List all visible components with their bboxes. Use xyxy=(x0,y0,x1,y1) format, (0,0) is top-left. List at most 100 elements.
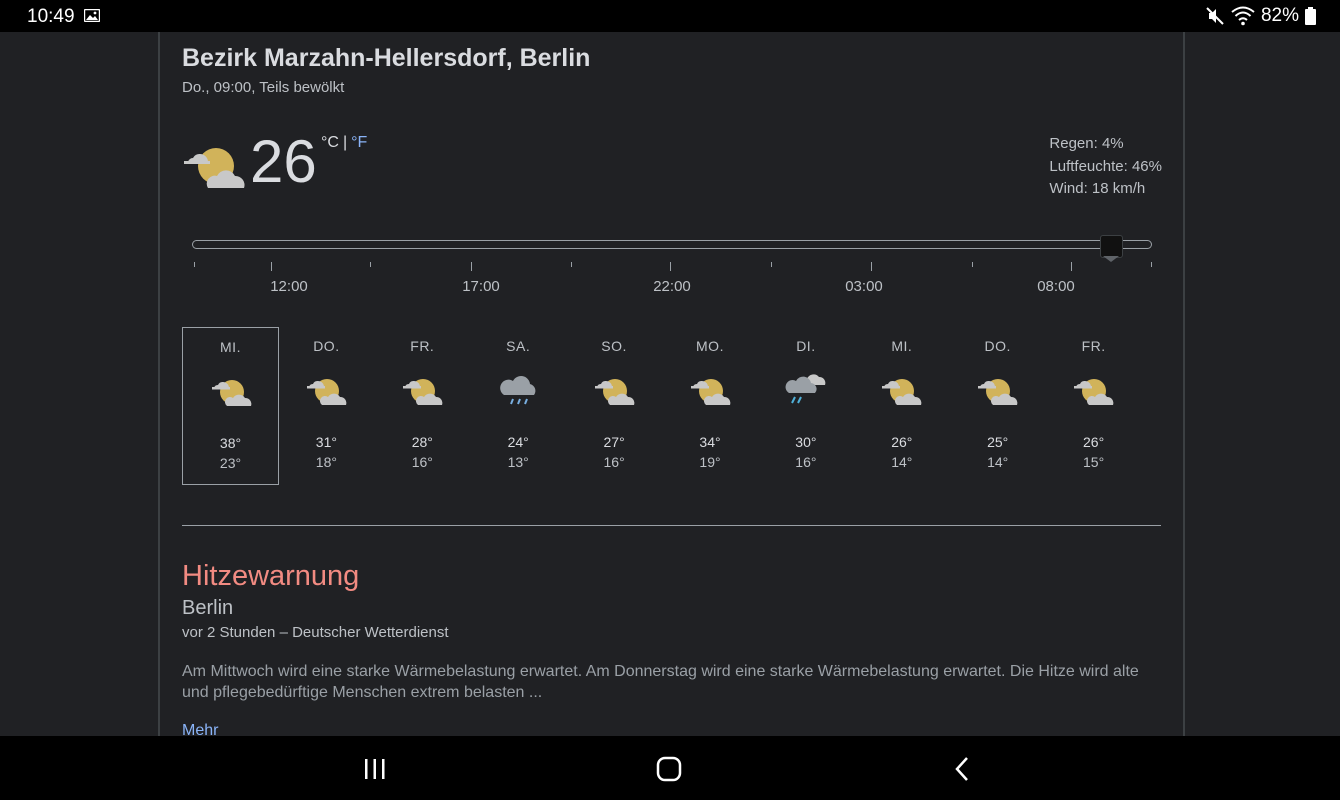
time-label: 12:00 xyxy=(270,278,308,295)
home-icon[interactable] xyxy=(654,754,684,784)
time-label: 03:00 xyxy=(845,278,883,295)
day-name: DO. xyxy=(313,338,340,354)
day-forecast[interactable]: DO. 31° 18° xyxy=(278,327,375,485)
battery-percent: 82% xyxy=(1260,5,1299,26)
warning-text: Am Mittwoch wird eine starke Wärmebelast… xyxy=(182,663,1139,701)
timeline-tick xyxy=(271,262,272,271)
day-forecast[interactable]: MI. 26° 14° xyxy=(853,327,950,485)
weather-details: Regen: 4% Luftfeuchte: 46% Wind: 18 km/h xyxy=(1049,133,1162,201)
day-name: FR. xyxy=(1081,338,1106,354)
unit-switch: °C | °F xyxy=(321,134,367,152)
day-high: 25° xyxy=(987,434,1009,450)
day-high: 26° xyxy=(891,434,913,450)
day-forecast[interactable]: MI. 38° 23° xyxy=(182,327,279,485)
divider xyxy=(182,525,1161,526)
timeline-tick xyxy=(370,262,371,267)
day-low: 16° xyxy=(795,454,817,470)
warning-title: Hitzewarnung xyxy=(182,560,360,592)
day-low: 14° xyxy=(987,454,1009,470)
day-name: MI. xyxy=(891,338,913,354)
status-time: 10:49 xyxy=(27,6,75,27)
day-name: DO. xyxy=(984,338,1011,354)
day-forecast[interactable]: MO. 34° 19° xyxy=(662,327,759,485)
day-name: FR. xyxy=(410,338,435,354)
rain-icon xyxy=(498,371,540,409)
current-condition: Do., 09:00, Teils bewölkt xyxy=(182,79,345,96)
day-low: 19° xyxy=(699,454,721,470)
day-high: 24° xyxy=(507,434,529,450)
status-bar: 10:49 82% xyxy=(0,0,1340,32)
time-label: 22:00 xyxy=(653,278,691,295)
day-low: 23° xyxy=(219,455,242,471)
day-low: 13° xyxy=(507,454,529,470)
time-slider-track[interactable] xyxy=(192,240,1152,249)
partly-cloudy-icon xyxy=(1073,371,1115,409)
partly-cloudy-icon xyxy=(402,371,444,409)
status-icons: 82% xyxy=(1205,5,1316,27)
day-name: MO. xyxy=(696,338,724,354)
day-high: 31° xyxy=(315,434,337,450)
wifi-icon xyxy=(1231,6,1255,26)
current-temperature: 26 xyxy=(250,128,317,195)
partly-cloudy-icon xyxy=(977,371,1019,409)
partly-cloudy-icon xyxy=(306,371,348,409)
day-name: DI. xyxy=(796,338,816,354)
unit-celsius[interactable]: °C xyxy=(321,134,339,151)
mute-icon xyxy=(1206,7,1224,25)
timeline-tick xyxy=(771,262,772,267)
more-link[interactable]: Mehr xyxy=(182,722,218,736)
partly-cloudy-icon xyxy=(184,148,245,188)
image-notification-icon xyxy=(84,9,100,22)
day-forecast[interactable]: SO. 27° 16° xyxy=(566,327,663,485)
day-high: 34° xyxy=(699,434,721,450)
wind-speed: Wind: 18 km/h xyxy=(1049,180,1146,197)
partly-cloudy-icon xyxy=(211,372,253,410)
day-low: 15° xyxy=(1083,454,1105,470)
day-low: 16° xyxy=(603,454,625,470)
day-high: 38° xyxy=(219,435,242,451)
back-icon[interactable] xyxy=(948,754,978,784)
warning-source: vor 2 Stunden – Deutscher Wetterdienst xyxy=(182,624,449,641)
timeline-tick xyxy=(972,262,973,267)
day-forecast[interactable]: DO. 25° 14° xyxy=(949,327,1046,485)
day-low: 18° xyxy=(315,454,337,470)
day-high: 30° xyxy=(795,434,817,450)
location-name: Bezirk Marzahn-Hellersdorf, Berlin xyxy=(182,44,591,72)
timeline-tick xyxy=(871,262,872,271)
day-low: 14° xyxy=(891,454,913,470)
partly-cloudy-icon xyxy=(881,371,923,409)
day-forecast[interactable]: SA. 24° 13° xyxy=(470,327,567,485)
day-high: 27° xyxy=(603,434,625,450)
timeline-tick xyxy=(571,262,572,267)
day-forecast[interactable]: DI. 30° 16° xyxy=(757,327,854,485)
partly-cloudy-icon xyxy=(690,371,732,409)
warning-city: Berlin xyxy=(182,597,234,619)
humidity: Luftfeuchte: 46% xyxy=(1049,157,1162,175)
day-name: SA. xyxy=(506,338,531,354)
day-name: MI. xyxy=(220,339,241,355)
timeline-tick xyxy=(670,262,671,271)
navigation-bar xyxy=(0,736,1340,800)
day-low: 16° xyxy=(411,454,433,470)
unit-separator: | xyxy=(342,134,348,151)
battery-icon xyxy=(1305,7,1316,25)
time-slider-handle[interactable] xyxy=(1100,235,1123,258)
timeline-tick xyxy=(194,262,195,267)
time-label: 08:00 xyxy=(1037,278,1075,295)
partly-cloudy-icon xyxy=(594,371,636,409)
day-forecast[interactable]: FR. 26° 15° xyxy=(1045,327,1142,485)
time-label: 17:00 xyxy=(462,278,500,295)
slider-pointer xyxy=(1103,256,1119,262)
day-high: 26° xyxy=(1083,434,1105,450)
timeline-tick xyxy=(1071,262,1072,271)
weather-card: Bezirk Marzahn-Hellersdorf, Berlin Do., … xyxy=(158,32,1185,736)
day-name: SO. xyxy=(601,338,627,354)
unit-fahrenheit[interactable]: °F xyxy=(351,134,367,151)
day-forecast[interactable]: FR. 28° 16° xyxy=(374,327,471,485)
timeline-tick xyxy=(471,262,472,271)
day-high: 28° xyxy=(411,434,433,450)
recent-apps-icon[interactable] xyxy=(360,754,390,784)
rain-chance: Regen: 4% xyxy=(1049,135,1124,152)
thunder-showers-icon xyxy=(785,371,827,409)
timeline-tick xyxy=(1151,262,1152,267)
